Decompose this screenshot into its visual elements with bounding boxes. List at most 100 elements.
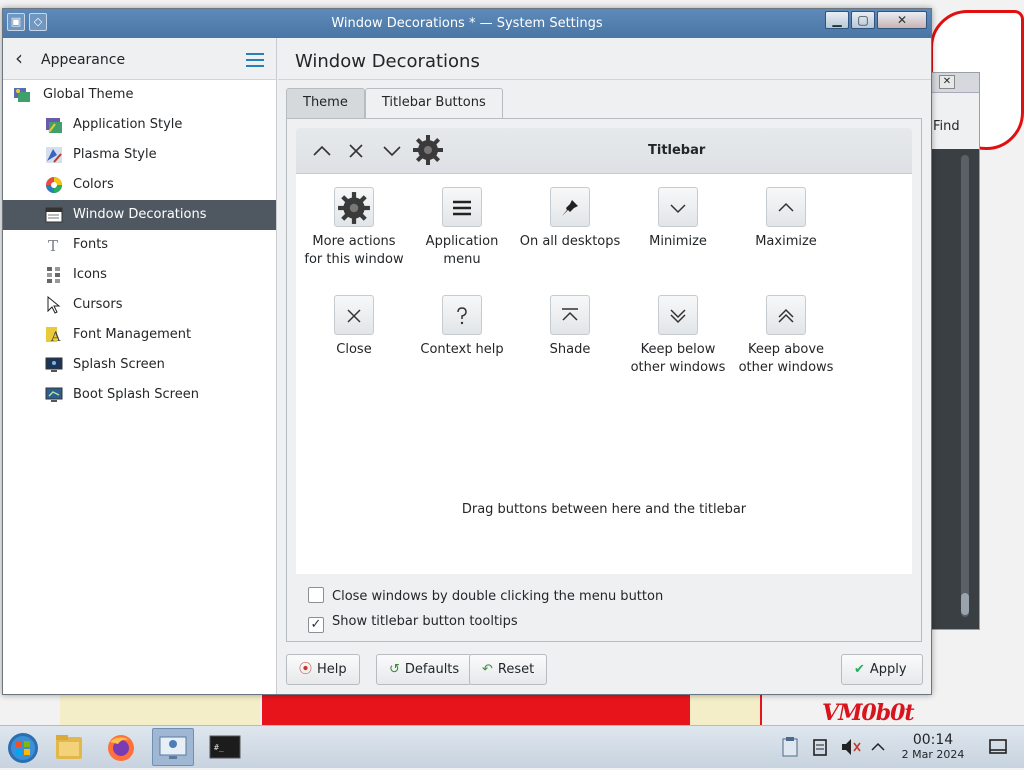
clipboard-button[interactable]: [776, 728, 804, 766]
defaults-button[interactable]: ↺ Defaults: [376, 654, 473, 685]
sidebar-item-label: Fonts: [73, 237, 109, 252]
minimize-window-icon: ▁: [832, 13, 842, 27]
start-menu-icon: [8, 733, 38, 763]
tab-theme[interactable]: Theme: [286, 88, 365, 118]
sidebar-item-fonts[interactable]: T Fonts: [3, 230, 276, 260]
sidebar-item-global-theme[interactable]: Global Theme: [3, 80, 276, 110]
svg-text:T: T: [48, 237, 58, 254]
reset-icon: ↶: [482, 662, 493, 677]
show-desktop-button[interactable]: [980, 728, 1016, 766]
apply-button[interactable]: ✔ Apply: [841, 654, 923, 685]
application-style-icon: [45, 116, 63, 134]
background-window-scrollbar[interactable]: [961, 155, 969, 617]
palette-item-shade[interactable]: Shade: [516, 295, 624, 359]
background-window-close-button[interactable]: ✕: [939, 75, 955, 89]
back-arrow-icon[interactable]: ‹: [15, 48, 23, 68]
maximize-icon[interactable]: [308, 138, 336, 164]
find-label[interactable]: Find: [933, 119, 960, 134]
hamburger-menu-icon[interactable]: [442, 187, 482, 227]
shade-icon[interactable]: [550, 295, 590, 335]
close-window-button[interactable]: ✕: [877, 11, 927, 29]
notes-icon: [813, 739, 827, 756]
minimize-icon[interactable]: [378, 138, 406, 164]
sidebar-item-boot-splash-screen[interactable]: Boot Splash Screen: [3, 380, 276, 410]
sidebar-item-font-management[interactable]: A Font Management: [3, 320, 276, 350]
clock[interactable]: 00:14 2 Mar 2024: [896, 732, 970, 762]
help-button[interactable]: ⦿ Help: [286, 654, 360, 685]
palette-item-gear[interactable]: More actions for this window: [300, 187, 408, 269]
sidebar-item-cursors[interactable]: Cursors: [3, 290, 276, 320]
palette-item-label: Keep below: [640, 342, 716, 357]
palette-item-hamburger-menu[interactable]: Application menu: [408, 187, 516, 269]
checkbox-unchecked-icon[interactable]: [308, 587, 324, 603]
titlebar-preview[interactable]: Titlebar: [296, 128, 912, 174]
minimize-icon[interactable]: [658, 187, 698, 227]
keep-above-icon[interactable]: [766, 295, 806, 335]
firefox-button[interactable]: [100, 728, 142, 766]
cursors-icon: [45, 295, 63, 314]
minimize-window-button[interactable]: ▁: [825, 11, 849, 29]
sidebar-header-label[interactable]: Appearance: [41, 52, 125, 68]
reset-button[interactable]: ↶ Reset: [469, 654, 548, 685]
tab-titlebar-buttons[interactable]: Titlebar Buttons: [364, 88, 503, 119]
sidebar-item-plasma-style[interactable]: Plasma Style: [3, 140, 276, 170]
sidebar-item-splash-screen[interactable]: Splash Screen: [3, 350, 276, 380]
gear-icon[interactable]: [334, 187, 374, 227]
terminal-icon: #_: [209, 735, 241, 759]
window-titlebar[interactable]: ▣ ◇ Window Decorations * — System Settin…: [3, 9, 931, 38]
close-icon[interactable]: [334, 295, 374, 335]
checkmark-icon: ✔: [854, 662, 865, 677]
palette-item-keep-below[interactable]: Keep below other windows: [624, 295, 732, 377]
help-icon: ⦿: [299, 662, 313, 677]
option-close-double-click[interactable]: Close windows by double clicking the men…: [308, 587, 663, 604]
notes-button[interactable]: [806, 728, 834, 766]
tray-expand-button[interactable]: [866, 728, 890, 766]
close-icon[interactable]: [342, 138, 370, 164]
desktop-wallpaper-left: [60, 690, 260, 730]
volume-button[interactable]: [836, 728, 864, 766]
terminal-button[interactable]: #_: [204, 728, 246, 766]
background-window[interactable]: ✕ Find: [930, 72, 980, 630]
background-window-scrollbar-handle[interactable]: [961, 593, 969, 615]
window-decorations-icon: [45, 206, 63, 224]
window-title: Window Decorations * — System Settings: [331, 16, 603, 31]
palette-item-label: On all desktops: [519, 234, 621, 249]
pin-icon[interactable]: [550, 187, 590, 227]
keep-below-icon[interactable]: [658, 295, 698, 335]
gear-icon[interactable]: [412, 134, 443, 165]
sidebar-item-label: Application Style: [73, 117, 183, 132]
sidebar-item-label: Splash Screen: [73, 357, 165, 372]
background-window-titlebar[interactable]: ✕: [931, 73, 979, 93]
defaults-button-label: Defaults: [404, 662, 460, 677]
option-show-tooltips[interactable]: ✓ Show titlebar button tooltips: [308, 614, 518, 633]
sidebar-item-colors[interactable]: Colors: [3, 170, 276, 200]
hamburger-menu-icon[interactable]: [246, 53, 264, 67]
system-settings-task-button[interactable]: [152, 728, 194, 766]
sidebar-item-label: Boot Splash Screen: [73, 387, 199, 402]
palette-item-label: for this window: [304, 252, 404, 267]
checkbox-checked-icon[interactable]: ✓: [308, 617, 324, 633]
reset-button-label: Reset: [497, 662, 535, 677]
palette-item-help[interactable]: Context help: [408, 295, 516, 359]
sidebar-item-label: Cursors: [73, 297, 123, 312]
palette-item-maximize[interactable]: Maximize: [732, 187, 840, 251]
sidebar-item-window-decorations[interactable]: Window Decorations: [3, 200, 276, 230]
sidebar-item-icons[interactable]: Icons: [3, 260, 276, 290]
maximize-icon[interactable]: [766, 187, 806, 227]
maximize-window-button[interactable]: ▢: [851, 11, 875, 29]
help-icon[interactable]: [442, 295, 482, 335]
sidebar-item-application-style[interactable]: Application Style: [3, 110, 276, 140]
palette-item-pin[interactable]: On all desktops: [516, 187, 624, 251]
sidebar-item-label: Window Decorations: [73, 207, 207, 222]
sidebar-item-label: Icons: [73, 267, 107, 282]
available-buttons-palette: More actions for this window Application me…: [296, 174, 912, 574]
system-settings-window: ▣ ◇ Window Decorations * — System Settin…: [2, 8, 932, 695]
file-manager-button[interactable]: [48, 728, 90, 766]
maximize-window-icon: ▢: [857, 13, 869, 27]
palette-item-minimize[interactable]: Minimize: [624, 187, 732, 251]
start-menu-button[interactable]: [2, 728, 44, 766]
palette-item-close[interactable]: Close: [300, 295, 408, 359]
palette-item-label: menu: [443, 252, 481, 267]
palette-item-keep-above[interactable]: Keep above other windows: [732, 295, 840, 377]
clock-time: 00:14: [912, 732, 954, 748]
